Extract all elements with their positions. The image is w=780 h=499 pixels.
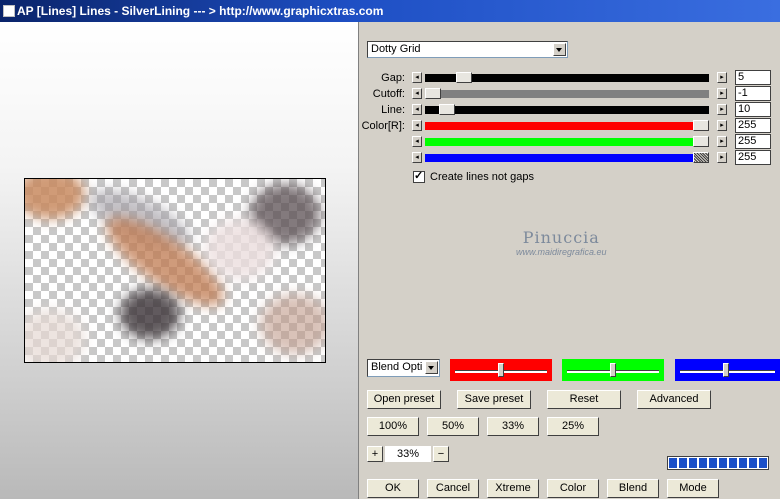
cutoff-value[interactable]: -1 xyxy=(735,86,771,101)
arrow-left-icon[interactable]: ◂ xyxy=(412,120,422,131)
color-b-slider-thumb[interactable] xyxy=(693,152,709,163)
cutoff-label: Cutoff: xyxy=(372,88,405,100)
arrow-left-icon[interactable]: ◂ xyxy=(412,104,422,115)
progress-segment xyxy=(679,458,687,468)
color-r-label: Color[R]: xyxy=(361,120,405,132)
zoom-100-button[interactable]: 100% xyxy=(367,417,419,436)
cancel-button[interactable]: Cancel xyxy=(427,479,479,498)
arrow-right-icon[interactable]: ▸ xyxy=(717,88,727,99)
zoom-out-button[interactable]: − xyxy=(433,446,449,462)
zoom-value[interactable]: 33% xyxy=(385,446,431,462)
line-label: Line: xyxy=(381,104,405,116)
create-lines-checkbox[interactable] xyxy=(413,169,425,183)
window-icon[interactable] xyxy=(3,5,15,17)
cutoff-slider[interactable]: ◂ ▸ xyxy=(412,88,727,99)
red-color-slider-thumb[interactable] xyxy=(498,363,504,377)
preview-image[interactable] xyxy=(24,178,326,363)
image-stroke xyxy=(120,289,180,339)
image-stroke xyxy=(260,294,325,354)
title-bar: AP [Lines] Lines - SilverLining --- > ht… xyxy=(0,0,780,22)
color-r-value[interactable]: 255 xyxy=(735,118,771,133)
arrow-right-icon[interactable]: ▸ xyxy=(717,120,727,131)
blend-options-select[interactable]: Blend Opti xyxy=(367,359,440,377)
arrow-right-icon[interactable]: ▸ xyxy=(717,104,727,115)
progress-segment xyxy=(759,458,767,468)
progress-segment xyxy=(669,458,677,468)
advanced-button[interactable]: Advanced xyxy=(637,390,711,409)
watermark-url: www.maidiregrafica.eu xyxy=(516,247,607,257)
open-preset-button[interactable]: Open preset xyxy=(367,390,441,409)
cutoff-slider-track[interactable] xyxy=(425,90,709,98)
line-slider-thumb[interactable] xyxy=(439,104,455,115)
save-preset-button[interactable]: Save preset xyxy=(457,390,531,409)
gap-slider-thumb[interactable] xyxy=(456,72,472,83)
gap-slider[interactable]: ◂ ▸ xyxy=(412,72,727,83)
progress-segment xyxy=(719,458,727,468)
chevron-down-icon[interactable] xyxy=(425,361,438,374)
progress-segment xyxy=(749,458,757,468)
progress-bar xyxy=(667,456,769,470)
zoom-33-button[interactable]: 33% xyxy=(487,417,539,436)
mode-button[interactable]: Mode xyxy=(667,479,719,498)
arrow-left-icon[interactable]: ◂ xyxy=(412,72,422,83)
progress-segment xyxy=(729,458,737,468)
line-slider-track[interactable] xyxy=(425,106,709,114)
color-g-slider[interactable]: ◂ ▸ xyxy=(412,136,727,147)
blue-color-box[interactable] xyxy=(675,359,780,381)
progress-segment xyxy=(699,458,707,468)
color-b-value[interactable]: 255 xyxy=(735,150,771,165)
reset-button[interactable]: Reset xyxy=(547,390,621,409)
progress-segment xyxy=(709,458,717,468)
color-g-slider-thumb[interactable] xyxy=(693,136,709,147)
gap-value[interactable]: 5 xyxy=(735,70,771,85)
cutoff-slider-thumb[interactable] xyxy=(425,88,441,99)
green-color-box[interactable] xyxy=(562,359,664,381)
color-r-slider[interactable]: ◂ ▸ xyxy=(412,120,727,131)
arrow-left-icon[interactable]: ◂ xyxy=(412,136,422,147)
line-slider[interactable]: ◂ ▸ xyxy=(412,104,727,115)
image-stroke xyxy=(25,179,85,219)
ok-button[interactable]: OK xyxy=(367,479,419,498)
gap-label: Gap: xyxy=(381,72,405,84)
zoom-in-button[interactable]: + xyxy=(367,446,383,462)
color-r-slider-track[interactable] xyxy=(425,122,693,130)
arrow-left-icon[interactable]: ◂ xyxy=(412,152,422,163)
effect-select[interactable]: Dotty Grid xyxy=(367,41,568,58)
watermark-name: Pinuccia xyxy=(522,228,600,247)
progress-segment xyxy=(689,458,697,468)
arrow-right-icon[interactable]: ▸ xyxy=(717,136,727,147)
window-title: AP [Lines] Lines - SilverLining --- > ht… xyxy=(17,4,384,18)
color-r-slider-thumb[interactable] xyxy=(693,120,709,131)
line-value[interactable]: 10 xyxy=(735,102,771,117)
zoom-50-button[interactable]: 50% xyxy=(427,417,479,436)
xtreme-button[interactable]: Xtreme xyxy=(487,479,539,498)
color-button[interactable]: Color xyxy=(547,479,599,498)
arrow-left-icon[interactable]: ◂ xyxy=(412,88,422,99)
blend-select-value: Blend Opti xyxy=(371,361,423,373)
green-color-slider-thumb[interactable] xyxy=(610,363,616,377)
image-stroke xyxy=(25,309,85,362)
image-stroke xyxy=(205,219,275,279)
color-b-slider-track[interactable] xyxy=(425,154,693,162)
color-b-slider[interactable]: ◂ ▸ xyxy=(412,152,727,163)
arrow-right-icon[interactable]: ▸ xyxy=(717,72,727,83)
watermark: Pinuccia www.maidiregrafica.eu xyxy=(516,228,607,257)
red-color-box[interactable] xyxy=(450,359,552,381)
chevron-down-icon[interactable] xyxy=(553,43,566,56)
color-g-slider-track[interactable] xyxy=(425,138,693,146)
blend-button[interactable]: Blend xyxy=(607,479,659,498)
progress-segment xyxy=(739,458,747,468)
zoom-25-button[interactable]: 25% xyxy=(547,417,599,436)
arrow-right-icon[interactable]: ▸ xyxy=(717,152,727,163)
color-g-value[interactable]: 255 xyxy=(735,134,771,149)
create-lines-label: Create lines not gaps xyxy=(430,171,534,183)
effect-select-value: Dotty Grid xyxy=(371,43,421,55)
blue-color-slider-thumb[interactable] xyxy=(723,363,729,377)
